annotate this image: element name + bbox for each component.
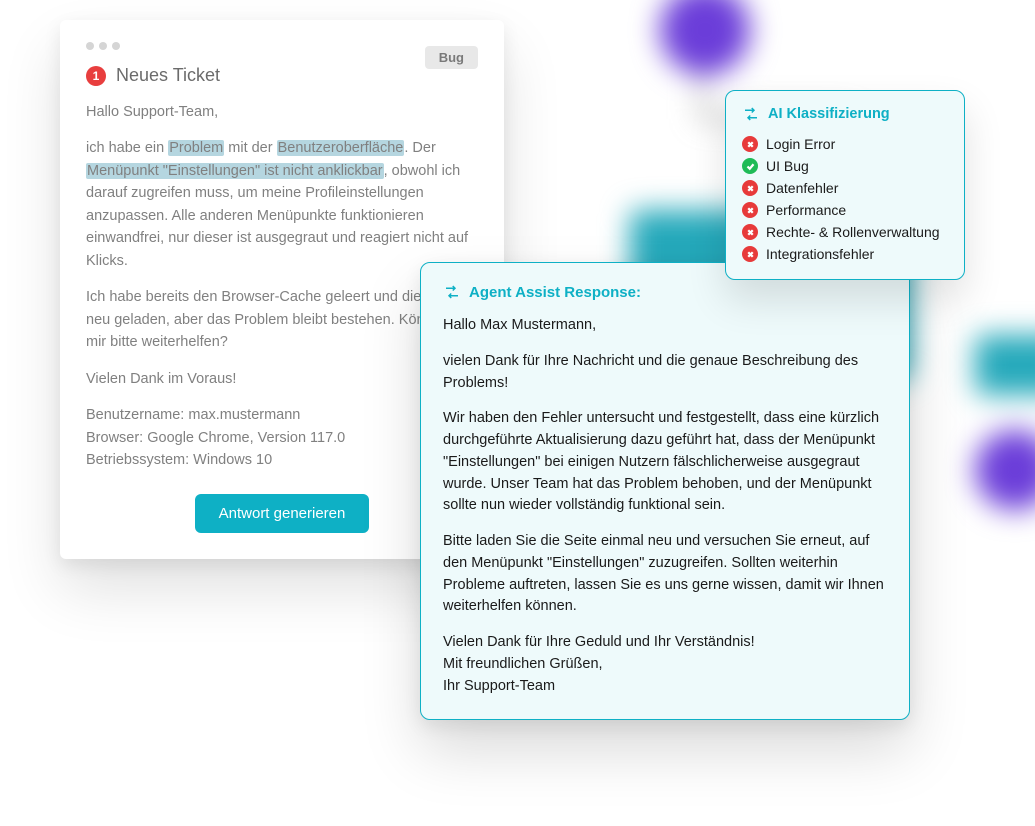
agent-assist-header: Agent Assist Response: [443,283,887,301]
ai-classification-header: AI Klassifizierung [742,105,948,123]
classification-label: UI Bug [766,158,809,174]
ticket-paragraph: ich habe ein Problem mit der Benutzerobe… [86,137,478,272]
assist-icon [443,283,461,301]
classification-item: Datenfehler [742,177,948,199]
window-dot [99,42,107,50]
agent-assist-body: Hallo Max Mustermann, vielen Dank für Ih… [443,315,887,697]
window-controls [86,42,478,50]
assist-icon [742,105,760,123]
ticket-title: Neues Ticket [116,65,220,86]
agent-assist-card: Agent Assist Response: Hallo Max Musterm… [420,262,910,720]
check-icon [742,158,758,174]
highlight: Menüpunkt "Einstellungen" ist nicht ankl… [86,163,384,179]
classification-item: Performance [742,199,948,221]
assist-paragraph: vielen Dank für Ihre Nachricht und die g… [443,351,887,395]
x-icon [742,202,758,218]
classification-label: Datenfehler [766,180,838,196]
assist-closing: Vielen Dank für Ihre Geduld und Ihr Vers… [443,632,887,697]
classification-item: Login Error [742,133,948,155]
ticket-tag: Bug [425,46,478,69]
x-icon [742,246,758,262]
classification-label: Integrationsfehler [766,246,874,262]
ai-classification-card: AI Klassifizierung Login Error UI Bug Date… [725,90,965,280]
assist-greeting: Hallo Max Mustermann, [443,315,887,337]
assist-paragraph: Wir haben den Fehler untersucht und fest… [443,408,887,517]
ticket-number-badge: 1 [86,66,106,86]
classification-item: Rechte- & Rollenverwaltung [742,221,948,243]
x-icon [742,136,758,152]
classification-label: Rechte- & Rollenverwaltung [766,224,940,240]
classification-label: Login Error [766,136,835,152]
ai-classification-title: AI Klassifizierung [768,106,890,122]
classification-label: Performance [766,202,846,218]
window-dot [86,42,94,50]
classification-list: Login Error UI Bug Datenfehler Performance R… [742,133,948,265]
highlight: Benutzeroberfläche [277,140,405,156]
agent-assist-title: Agent Assist Response: [469,284,641,301]
assist-paragraph: Bitte laden Sie die Seite einmal neu und… [443,531,887,618]
highlight: Problem [168,140,224,156]
classification-item: Integrationsfehler [742,243,948,265]
ticket-greeting: Hallo Support-Team, [86,101,478,123]
window-dot [112,42,120,50]
classification-item: UI Bug [742,155,948,177]
x-icon [742,224,758,240]
generate-response-button[interactable]: Antwort generieren [195,494,370,533]
x-icon [742,180,758,196]
